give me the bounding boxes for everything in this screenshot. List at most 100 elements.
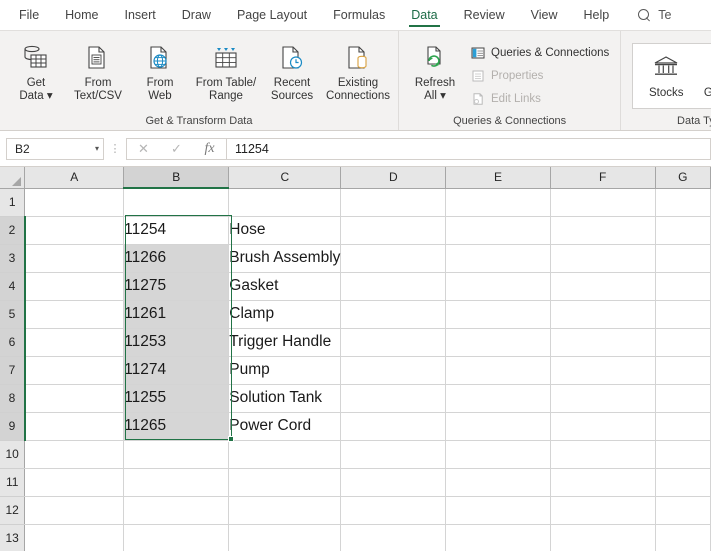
cell-e9[interactable] bbox=[445, 412, 551, 441]
row-header-10[interactable]: 10 bbox=[0, 440, 26, 469]
row-header-7[interactable]: 7 bbox=[0, 356, 26, 385]
cell-a4[interactable] bbox=[24, 272, 125, 301]
tab-review[interactable]: Review bbox=[451, 0, 518, 30]
tab-formulas[interactable]: Formulas bbox=[320, 0, 398, 30]
cell-d3[interactable] bbox=[340, 244, 447, 273]
row-header-9[interactable]: 9 bbox=[0, 412, 26, 441]
row-header-5[interactable]: 5 bbox=[0, 300, 26, 329]
cell-b7[interactable]: 11274 bbox=[123, 356, 230, 385]
cell-a10[interactable] bbox=[24, 440, 125, 469]
column-header-c[interactable]: C bbox=[228, 167, 342, 189]
cell-g8[interactable] bbox=[655, 384, 711, 413]
column-header-a[interactable]: A bbox=[24, 167, 125, 189]
tab-draw[interactable]: Draw bbox=[169, 0, 224, 30]
cell-b4[interactable]: 11275 bbox=[123, 272, 230, 301]
cell-g10[interactable] bbox=[655, 440, 711, 469]
cell-f6[interactable] bbox=[550, 328, 656, 357]
cell-b10[interactable] bbox=[123, 440, 230, 469]
tell-me-search-box[interactable]: Te bbox=[622, 0, 671, 30]
cell-b5[interactable]: 11261 bbox=[123, 300, 230, 329]
cell-f10[interactable] bbox=[550, 440, 656, 469]
cell-d6[interactable] bbox=[340, 328, 447, 357]
column-header-d[interactable]: D bbox=[340, 167, 447, 189]
row-header-3[interactable]: 3 bbox=[0, 244, 26, 273]
cell-c2[interactable]: Hose bbox=[228, 216, 342, 245]
fill-handle[interactable] bbox=[228, 436, 234, 442]
cell-d8[interactable] bbox=[340, 384, 447, 413]
cell-c12[interactable] bbox=[228, 496, 342, 525]
cell-g11[interactable] bbox=[655, 468, 711, 497]
cell-a11[interactable] bbox=[24, 468, 125, 497]
cell-e7[interactable] bbox=[445, 356, 551, 385]
cell-g5[interactable] bbox=[655, 300, 711, 329]
name-box[interactable]: B2 ▾ bbox=[6, 137, 104, 160]
column-header-f[interactable]: F bbox=[550, 167, 656, 189]
cell-f11[interactable] bbox=[550, 468, 656, 497]
cell-e1[interactable] bbox=[445, 188, 551, 217]
get-data-button[interactable]: Get Data ▾ bbox=[5, 37, 67, 109]
tab-view[interactable]: View bbox=[518, 0, 571, 30]
row-header-11[interactable]: 11 bbox=[0, 468, 26, 497]
cell-e2[interactable] bbox=[445, 216, 551, 245]
cell-b1[interactable] bbox=[123, 188, 230, 217]
cell-a8[interactable] bbox=[24, 384, 125, 413]
cell-c3[interactable]: Brush Assembly bbox=[228, 244, 342, 273]
cell-f3[interactable] bbox=[550, 244, 656, 273]
formula-input[interactable]: 11254 bbox=[226, 137, 711, 160]
cell-b6[interactable]: 11253 bbox=[123, 328, 230, 357]
cell-g2[interactable] bbox=[655, 216, 711, 245]
cell-c9[interactable]: Power Cord bbox=[228, 412, 342, 441]
cell-d5[interactable] bbox=[340, 300, 447, 329]
cell-b8[interactable]: 11255 bbox=[123, 384, 230, 413]
cell-f12[interactable] bbox=[550, 496, 656, 525]
cell-c6[interactable]: Trigger Handle bbox=[228, 328, 342, 357]
cell-g3[interactable] bbox=[655, 244, 711, 273]
tab-data[interactable]: Data bbox=[398, 0, 450, 30]
cell-d12[interactable] bbox=[340, 496, 447, 525]
tab-file[interactable]: File bbox=[6, 0, 52, 30]
cell-a3[interactable] bbox=[24, 244, 125, 273]
edit-links-button[interactable]: Edit Links bbox=[470, 89, 615, 109]
cell-a12[interactable] bbox=[24, 496, 125, 525]
row-header-8[interactable]: 8 bbox=[0, 384, 26, 413]
cell-d10[interactable] bbox=[340, 440, 447, 469]
cell-c4[interactable]: Gasket bbox=[228, 272, 342, 301]
cell-f7[interactable] bbox=[550, 356, 656, 385]
tab-home[interactable]: Home bbox=[52, 0, 111, 30]
cell-d11[interactable] bbox=[340, 468, 447, 497]
cell-c13[interactable] bbox=[228, 524, 342, 551]
cell-g4[interactable] bbox=[655, 272, 711, 301]
queries-connections-button[interactable]: Queries & Connections bbox=[470, 43, 615, 63]
cell-d1[interactable] bbox=[340, 188, 447, 217]
cell-c5[interactable]: Clamp bbox=[228, 300, 342, 329]
cell-a2[interactable] bbox=[24, 216, 125, 245]
cell-d9[interactable] bbox=[340, 412, 447, 441]
enter-icon[interactable]: ✓ bbox=[160, 141, 193, 157]
row-header-2[interactable]: 2 bbox=[0, 216, 26, 245]
column-header-e[interactable]: E bbox=[445, 167, 551, 189]
properties-button[interactable]: Properties bbox=[470, 66, 615, 86]
cell-c1[interactable] bbox=[228, 188, 342, 217]
tab-help[interactable]: Help bbox=[571, 0, 623, 30]
stocks-button[interactable]: Stocks bbox=[633, 44, 699, 108]
cell-a13[interactable] bbox=[24, 524, 125, 551]
from-text-csv-button[interactable]: From Text/CSV bbox=[67, 37, 129, 109]
cell-e13[interactable] bbox=[445, 524, 551, 551]
cell-c8[interactable]: Solution Tank bbox=[228, 384, 342, 413]
cell-a9[interactable] bbox=[24, 412, 125, 441]
cell-b2[interactable]: 11254 bbox=[123, 216, 230, 245]
cell-d13[interactable] bbox=[340, 524, 447, 551]
recent-sources-button[interactable]: Recent Sources bbox=[261, 37, 323, 109]
cell-b13[interactable] bbox=[123, 524, 230, 551]
cell-d2[interactable] bbox=[340, 216, 447, 245]
cell-e4[interactable] bbox=[445, 272, 551, 301]
cell-b11[interactable] bbox=[123, 468, 230, 497]
cell-e12[interactable] bbox=[445, 496, 551, 525]
cell-e11[interactable] bbox=[445, 468, 551, 497]
cell-a5[interactable] bbox=[24, 300, 125, 329]
row-header-1[interactable]: 1 bbox=[0, 188, 26, 217]
geography-button[interactable]: Geography bbox=[699, 44, 711, 108]
cell-f1[interactable] bbox=[550, 188, 656, 217]
cell-a1[interactable] bbox=[24, 188, 125, 217]
from-web-button[interactable]: From Web bbox=[129, 37, 191, 109]
